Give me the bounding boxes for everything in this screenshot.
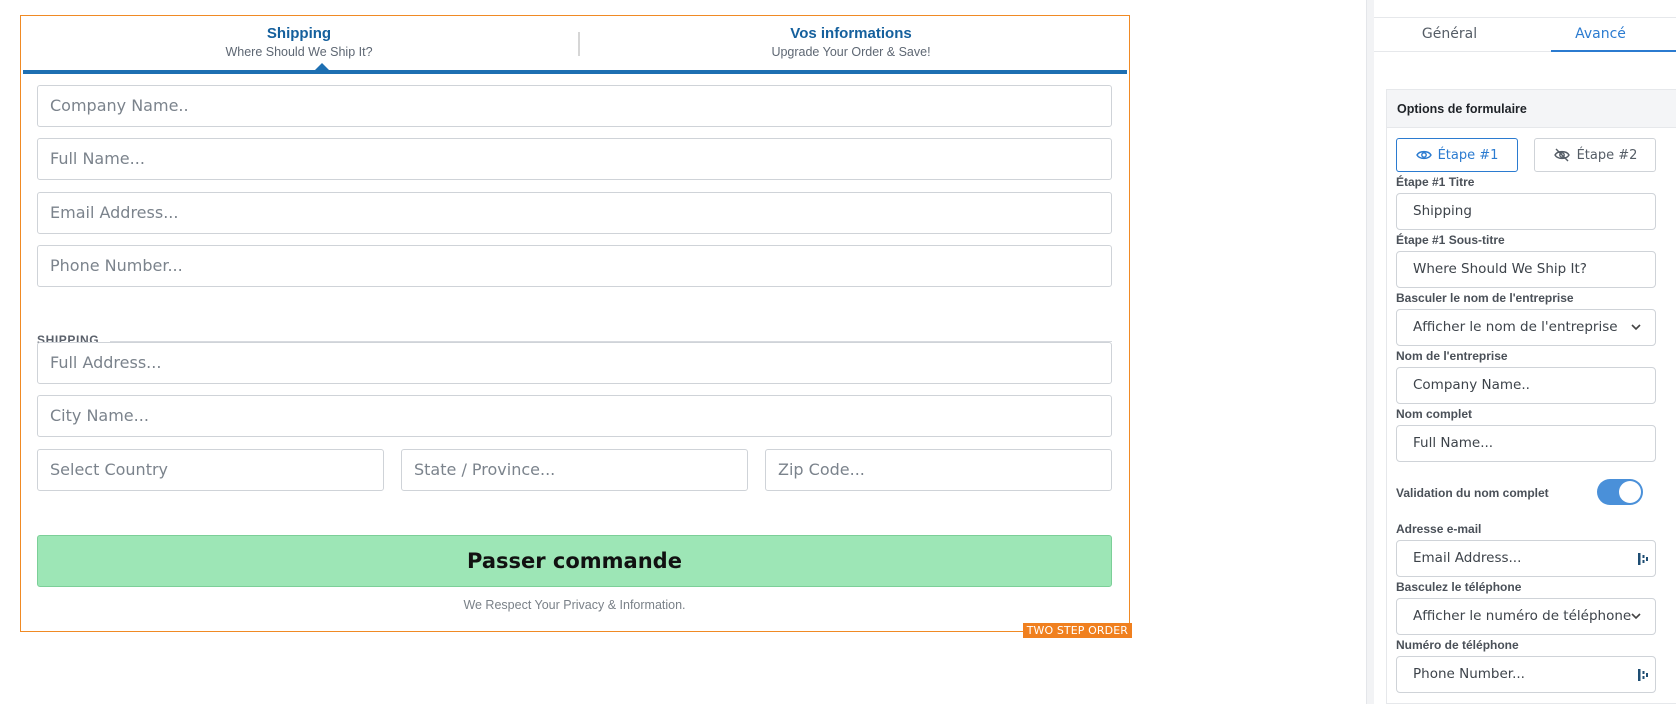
state-province-input[interactable]: State / Province... [401, 449, 748, 491]
dynamic-tag-icon[interactable] [1637, 668, 1649, 682]
toggle-knob [1619, 481, 1641, 503]
panel-tabs: Général Avancé [1374, 18, 1676, 52]
city-name-input[interactable]: City Name... [37, 395, 1112, 437]
step-1-tab[interactable]: Shipping Where Should We Ship It? [23, 25, 575, 59]
step-2-tab[interactable]: Vos informations Upgrade Your Order & Sa… [575, 25, 1127, 59]
chevron-down-icon [1631, 324, 1641, 331]
phone-input[interactable]: Phone Number... [37, 245, 1112, 287]
phone-setting-input[interactable]: Phone Number... [1396, 656, 1656, 693]
email-input[interactable]: Email Address... [37, 192, 1112, 234]
two-step-order-form[interactable]: Shipping Where Should We Ship It? Vos in… [20, 15, 1132, 638]
full-address-input[interactable]: Full Address... [37, 342, 1112, 384]
company-toggle-label: Basculer le nom de l'entreprise [1396, 291, 1574, 305]
tab-advanced[interactable]: Avancé [1525, 26, 1676, 42]
full-name-input[interactable]: Full Name... [37, 138, 1112, 180]
full-name-setting-input[interactable]: Full Name... [1396, 425, 1656, 462]
full-name-validation-label: Validation du nom complet [1396, 486, 1549, 500]
company-name-setting-input[interactable]: Company Name.. [1396, 367, 1656, 404]
company-name-input[interactable]: Company Name.. [37, 85, 1112, 127]
step-2-title: Vos informations [790, 25, 912, 42]
step-header: Shipping Where Should We Ship It? Vos in… [23, 16, 1127, 72]
email-label: Adresse e-mail [1396, 522, 1482, 536]
tab-general[interactable]: Général [1374, 26, 1525, 42]
step-1-button[interactable]: Étape #1 [1396, 138, 1518, 172]
phone-toggle-label: Basculez le téléphone [1396, 580, 1522, 594]
element-type-badge: TWO STEP ORDER [1022, 623, 1132, 638]
step-2-button-label: Étape #2 [1576, 147, 1638, 163]
company-toggle-select[interactable]: Afficher le nom de l'entreprise [1396, 309, 1656, 346]
company-toggle-value: Afficher le nom de l'entreprise [1413, 319, 1618, 335]
full-name-label: Nom complet [1396, 407, 1473, 421]
country-select[interactable]: Select Country [37, 449, 384, 491]
panel-resize-gutter[interactable] [1366, 0, 1374, 704]
phone-toggle-select[interactable]: Afficher le numéro de téléphone [1396, 598, 1656, 635]
step-2-button[interactable]: Étape #2 [1534, 138, 1656, 172]
phone-toggle-value: Afficher le numéro de téléphone [1413, 608, 1632, 624]
step-progress-bar [23, 70, 1127, 74]
step-1-subtitle-input[interactable]: Where Should We Ship It? [1396, 251, 1656, 288]
phone-label: Numéro de téléphone [1396, 638, 1519, 652]
step-1-button-label: Étape #1 [1437, 147, 1499, 163]
step-1-title-label: Étape #1 Titre [1396, 175, 1475, 189]
eye-icon [1415, 150, 1432, 160]
step-1-subtitle-label: Étape #1 Sous-titre [1396, 233, 1505, 247]
email-setting-input[interactable]: Email Address... [1396, 540, 1656, 577]
email-setting-value: Email Address... [1413, 550, 1522, 566]
place-order-button[interactable]: Passer commande [37, 535, 1112, 587]
panel-top-strip [1374, 0, 1676, 18]
step-1-title: Shipping [266, 25, 332, 42]
dynamic-tag-icon[interactable] [1637, 552, 1649, 566]
step-2-subtitle: Upgrade Your Order & Save! [771, 45, 931, 59]
editor-canvas: Shipping Where Should We Ship It? Vos in… [0, 0, 1366, 704]
zip-code-input[interactable]: Zip Code... [765, 449, 1112, 491]
company-name-label: Nom de l'entreprise [1396, 349, 1508, 363]
chevron-down-icon [1631, 613, 1641, 620]
step-1-subtitle: Where Should We Ship It? [225, 45, 373, 59]
active-tab-indicator [1551, 50, 1676, 52]
privacy-note: We Respect Your Privacy & Information. [463, 598, 686, 612]
step-1-title-input[interactable]: Shipping [1396, 193, 1656, 230]
eye-slash-icon [1553, 148, 1570, 162]
form-options-header[interactable]: Options de formulaire [1387, 90, 1676, 128]
phone-setting-value: Phone Number... [1413, 666, 1525, 682]
full-name-validation-toggle[interactable] [1597, 479, 1643, 505]
